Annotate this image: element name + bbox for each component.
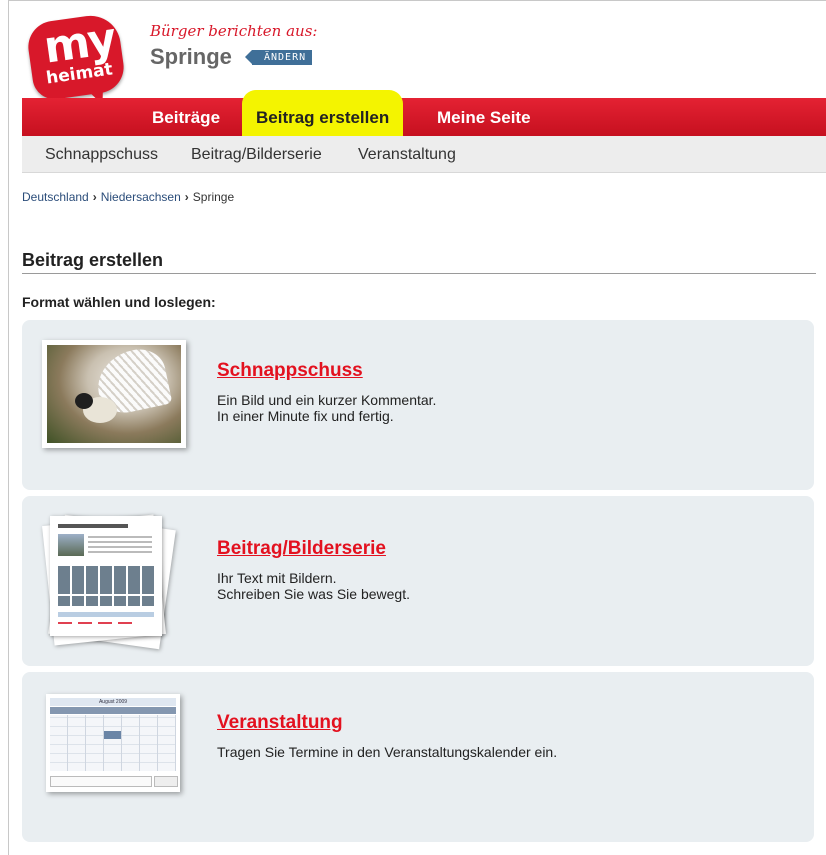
format-card-veranstaltung[interactable]: August 2009 Veranstaltung Tragen Sie Ter… bbox=[22, 672, 814, 842]
doc-links bbox=[58, 622, 138, 624]
subnav-item-schnappschuss[interactable]: Schnappschuss bbox=[45, 146, 158, 164]
doc-image-grid bbox=[58, 566, 154, 594]
card-desc-line: In einer Minute fix und fertig. bbox=[217, 408, 394, 424]
document-sheet bbox=[50, 516, 162, 636]
card-desc-schnappschuss: Ein Bild und ein kurzer Kommentar. In ei… bbox=[217, 392, 436, 424]
title-divider bbox=[22, 273, 816, 274]
card-title-schnappschuss[interactable]: Schnappschuss bbox=[217, 360, 363, 382]
card-desc-veranstaltung: Tragen Sie Termine in den Veranstaltungs… bbox=[217, 744, 557, 760]
card-desc-line: Tragen Sie Termine in den Veranstaltungs… bbox=[217, 744, 558, 760]
bird-photo-thumbnail[interactable] bbox=[42, 340, 186, 448]
breadcrumb-separator-icon: › bbox=[92, 190, 97, 204]
breadcrumb: Deutschland › Niedersachsen › Springe bbox=[22, 190, 234, 204]
card-desc-line: Ein Bild und ein kurzer Kommentar. bbox=[217, 392, 437, 408]
calendar-ok-button bbox=[154, 776, 178, 787]
doc-text-line bbox=[88, 546, 152, 548]
doc-image-grid bbox=[58, 596, 154, 606]
calendar-thumbnail[interactable]: August 2009 bbox=[46, 694, 180, 792]
header-city: Springe bbox=[150, 44, 232, 69]
main-nav-bar bbox=[22, 98, 826, 136]
change-city-button[interactable]: ÄNDERN bbox=[244, 50, 313, 65]
card-desc-beitrag-bilderserie: Ihr Text mit Bildern. Schreiben Sie was … bbox=[217, 570, 410, 602]
nav-tab-beitraege[interactable]: Beiträge bbox=[152, 98, 220, 136]
header-tagline: Bürger berichten aus: bbox=[150, 22, 318, 40]
calendar-selected-day bbox=[104, 731, 121, 739]
breadcrumb-link-niedersachsen[interactable]: Niedersachsen bbox=[101, 190, 181, 204]
nav-tab-meine-seite[interactable]: Meine Seite bbox=[437, 98, 531, 136]
calendar-weekday-row bbox=[50, 707, 176, 714]
nav-tab-beitrag-erstellen[interactable]: Beitrag erstellen bbox=[242, 90, 404, 136]
calendar-day-grid bbox=[50, 715, 176, 771]
bird-photo-image bbox=[47, 345, 181, 443]
breadcrumb-link-deutschland[interactable]: Deutschland bbox=[22, 190, 89, 204]
doc-title-line bbox=[58, 524, 128, 528]
calendar-month-header: August 2009 bbox=[50, 698, 176, 706]
subnav-item-veranstaltung[interactable]: Veranstaltung bbox=[358, 146, 456, 164]
doc-image bbox=[58, 534, 84, 556]
doc-text-line bbox=[88, 541, 152, 543]
calendar-filter-select bbox=[50, 776, 152, 787]
card-title-beitrag-bilderserie[interactable]: Beitrag/Bilderserie bbox=[217, 538, 386, 560]
subnav-item-beitrag-bilderserie[interactable]: Beitrag/Bilderserie bbox=[191, 146, 322, 164]
format-card-schnappschuss[interactable]: Schnappschuss Ein Bild und ein kurzer Ko… bbox=[22, 320, 814, 490]
doc-text-line bbox=[88, 536, 152, 538]
page-title: Beitrag erstellen bbox=[22, 250, 164, 270]
myheimat-logo[interactable]: my heimat bbox=[25, 11, 127, 109]
card-desc-line: Schreiben Sie was Sie bewegt. bbox=[217, 586, 410, 602]
document-thumbnail[interactable] bbox=[42, 514, 176, 650]
doc-bar bbox=[58, 612, 154, 617]
breadcrumb-separator-icon: › bbox=[184, 190, 189, 204]
breadcrumb-current: Springe bbox=[192, 190, 235, 204]
doc-text-line bbox=[88, 551, 152, 553]
card-title-veranstaltung[interactable]: Veranstaltung bbox=[217, 712, 343, 734]
intro-text: Format wählen und loslegen: bbox=[22, 294, 216, 310]
bird-head-shape bbox=[75, 393, 93, 409]
card-desc-line: Ihr Text mit Bildern. bbox=[217, 570, 337, 586]
format-card-beitrag-bilderserie[interactable]: Beitrag/Bilderserie Ihr Text mit Bildern… bbox=[22, 496, 814, 666]
